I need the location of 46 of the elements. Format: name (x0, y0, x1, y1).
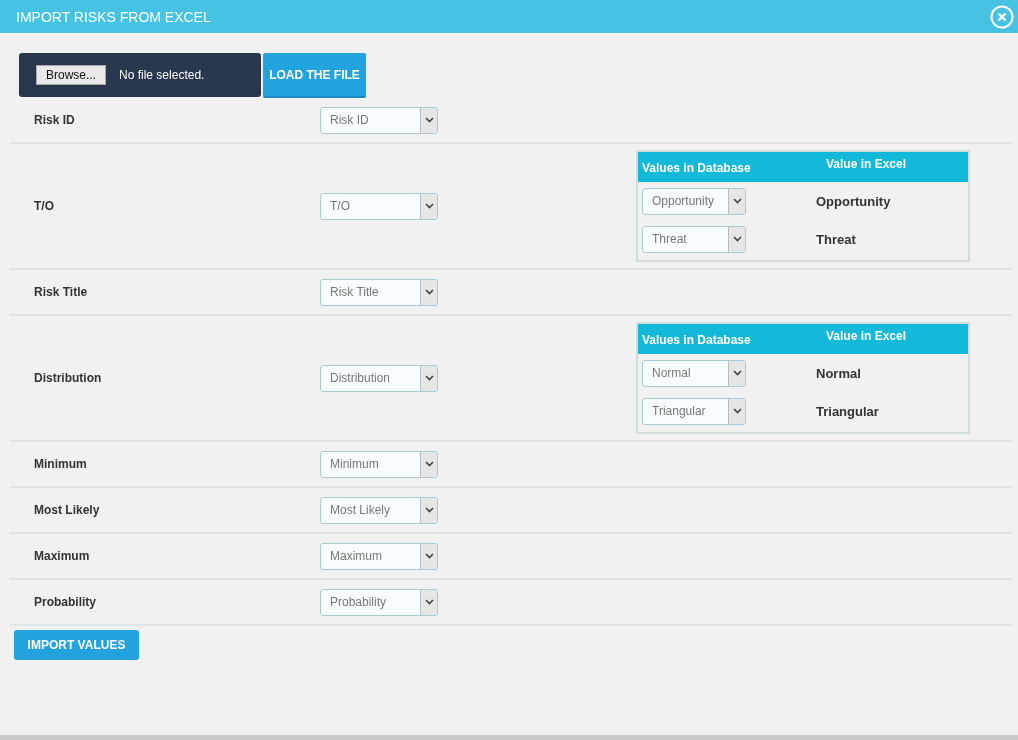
column-dropdown[interactable]: Most Likely (320, 496, 438, 524)
caret-icon (424, 203, 434, 209)
column-header: Values in Database (641, 332, 752, 349)
column-header: Values in Database (641, 160, 752, 177)
caret-icon (424, 599, 434, 605)
field-label: Probability (33, 595, 97, 609)
field-label: Risk ID (33, 113, 76, 127)
excel-value: Opportunity (816, 193, 892, 209)
column-dropdown[interactable]: T/O (320, 192, 438, 220)
excel-value: Normal (816, 365, 862, 381)
value-dropdown[interactable]: Threat (642, 225, 746, 253)
caret-icon (424, 553, 434, 559)
caret-icon (424, 461, 434, 467)
column-dropdown[interactable]: Risk Title (320, 278, 438, 306)
caret-icon (424, 289, 434, 295)
caret-icon (732, 198, 742, 204)
field-label: Maximum (33, 549, 91, 563)
column-dropdown[interactable]: Probability (320, 588, 438, 616)
value-dropdown[interactable]: Normal (642, 359, 746, 387)
column-dropdown[interactable]: Distribution (320, 364, 438, 392)
field-label: Most Likely (33, 503, 101, 517)
file-status: No file selected. (119, 68, 205, 82)
caret-icon (732, 236, 742, 242)
caret-icon (732, 370, 742, 376)
close-icon[interactable] (990, 4, 1014, 29)
column-dropdown[interactable]: Risk ID (320, 106, 438, 134)
value-dropdown[interactable]: Opportunity (642, 187, 746, 215)
field-label: Risk Title (33, 285, 89, 299)
column-header: Value in Excel (826, 328, 907, 345)
excel-value: Threat (816, 231, 857, 247)
import-values-button[interactable]: IMPORT VALUES (14, 630, 139, 660)
field-label: T/O (33, 199, 55, 213)
caret-icon (732, 408, 742, 414)
dialog-title: IMPORT RISKS FROM EXCEL (16, 8, 211, 25)
column-dropdown[interactable]: Minimum (320, 450, 438, 478)
value-dropdown[interactable]: Triangular (642, 397, 746, 425)
field-label: Distribution (33, 371, 103, 385)
column-dropdown[interactable]: Maximum (320, 542, 438, 570)
caret-icon (424, 117, 434, 123)
load-file-button[interactable]: LOAD THE FILE (263, 53, 366, 98)
browse-button[interactable]: Browse... (36, 65, 106, 85)
field-label: Minimum (33, 457, 88, 471)
excel-value: Triangular (816, 403, 880, 419)
column-header: Value in Excel (826, 156, 907, 173)
caret-icon (424, 507, 434, 513)
caret-icon (424, 375, 434, 381)
